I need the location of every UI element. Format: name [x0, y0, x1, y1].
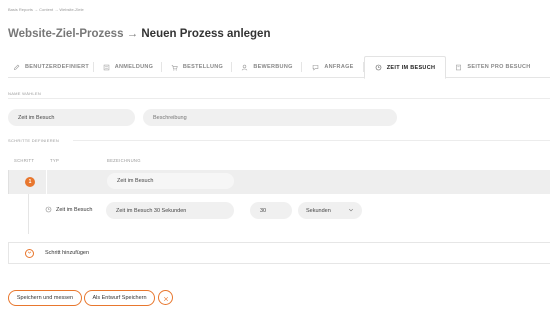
page-title: Website-Ziel-Prozess → Neuen Prozess anl…	[8, 28, 270, 40]
add-step-row[interactable]: Schritt hinzufügen	[8, 242, 550, 264]
save-and-measure-button[interactable]: Speichern und messen	[8, 290, 82, 306]
tab-anmeldung[interactable]: ANMELDUNG	[94, 56, 162, 78]
close-icon	[163, 289, 169, 307]
steps-section-label: SCHRITTE DEFINIEREN	[8, 138, 60, 143]
tab-label: ZEIT IM BESUCH	[386, 64, 436, 71]
tab-label: ANMELDUNG	[114, 64, 154, 70]
cart-icon	[171, 64, 178, 71]
name-input[interactable]	[8, 109, 135, 126]
step-designation-input[interactable]	[107, 173, 234, 189]
column-header-type: TYP	[50, 158, 60, 163]
duration-unit-select[interactable]: Sekunden	[298, 202, 362, 219]
duration-amount-input[interactable]	[250, 202, 292, 219]
cell-divider	[46, 170, 47, 194]
chevron-down-icon	[348, 207, 354, 215]
tab-label: SEITEN PRO BESUCH	[467, 64, 531, 70]
step-number-badge: 1	[25, 177, 35, 187]
step-type-label: Zeit im Besuch	[56, 206, 93, 213]
divider	[8, 98, 550, 99]
page-icon	[455, 64, 462, 71]
step-connector-line	[28, 194, 29, 234]
clock-icon	[45, 206, 52, 213]
divider	[73, 140, 550, 141]
page-title-arrow: →	[126, 28, 139, 40]
pencil-icon	[13, 64, 20, 71]
chat-icon	[312, 64, 319, 71]
step-type: Zeit im Besuch	[45, 206, 92, 213]
breadcrumb: Basis Reports → Content → Website-Ziele	[8, 7, 84, 12]
column-header-step: SCHRITT	[14, 158, 35, 163]
page-title-prefix: Website-Ziel-Prozess	[8, 28, 124, 40]
save-draft-button[interactable]: Als Entwurf Speichern	[84, 290, 155, 306]
tab-label: BESTELLUNG	[182, 64, 224, 70]
name-section-label: NAME WÄHLEN	[8, 91, 42, 96]
column-header-designation: BEZEICHNUNG	[107, 158, 141, 163]
form-icon	[103, 64, 110, 71]
tab-label: BENUTZERDEFINIERT	[24, 64, 90, 70]
add-step-label: Schritt hinzufügen	[45, 250, 90, 256]
tab-bewerbung[interactable]: BEWERBUNG	[232, 56, 302, 78]
tab-seiten-pro-besuch[interactable]: SEITEN PRO BESUCH	[446, 56, 540, 78]
tab-bestellung[interactable]: BESTELLUNG	[162, 56, 232, 78]
duration-unit-value: Sekunden	[306, 207, 331, 214]
description-input[interactable]	[143, 109, 397, 126]
cancel-button[interactable]	[158, 290, 173, 305]
tab-zeit-im-besuch[interactable]: ZEIT IM BESUCH	[364, 56, 446, 79]
step-row[interactable]: 1	[8, 170, 550, 194]
step-detail-designation-input[interactable]	[106, 202, 234, 219]
page-title-main: Neuen Prozess anlegen	[141, 28, 271, 40]
user-icon	[241, 64, 248, 71]
process-type-tabs: BENUTZERDEFINIERT ANMELDUNG BESTELLUNG B…	[8, 56, 550, 79]
add-step-button[interactable]	[25, 249, 34, 258]
chevron-down-icon	[27, 250, 32, 257]
tab-label: ANFRAGE	[324, 64, 354, 70]
tab-anfrage[interactable]: ANFRAGE	[302, 56, 364, 78]
tab-benutzerdefiniert[interactable]: BENUTZERDEFINIERT	[8, 56, 94, 78]
clock-icon	[375, 64, 382, 71]
tab-label: BEWERBUNG	[253, 64, 293, 70]
